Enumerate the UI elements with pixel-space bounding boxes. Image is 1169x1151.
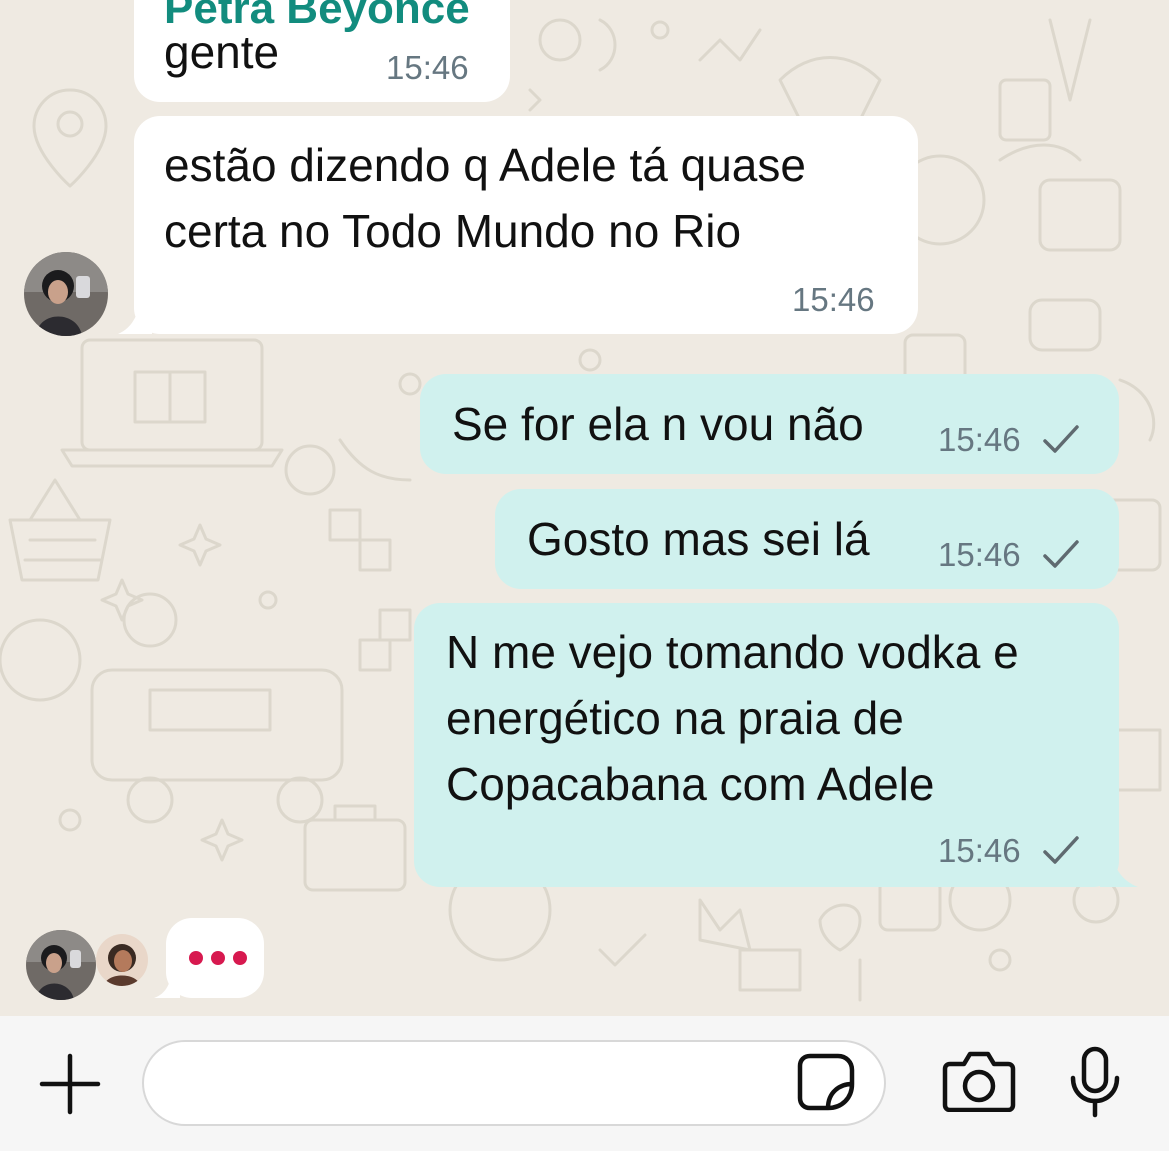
message-bubble-outgoing[interactable]: Se for ela n vou não 15:46 bbox=[420, 374, 1119, 474]
typing-avatar-1[interactable] bbox=[24, 928, 98, 1002]
typing-indicator-bubble bbox=[166, 918, 264, 998]
message-time: 15:46 bbox=[792, 281, 875, 318]
message-time: 15:46 bbox=[938, 832, 1021, 869]
typing-dot bbox=[189, 951, 203, 965]
avatar-photo-icon bbox=[96, 934, 148, 986]
typing-avatar-2[interactable] bbox=[96, 934, 148, 986]
message-text: N me vejo tomando vodka e energético na … bbox=[446, 626, 1019, 810]
message-bubble-incoming[interactable]: estão dizendo q Adele tá quase certa no … bbox=[134, 116, 918, 334]
typing-dot bbox=[211, 951, 225, 965]
bubble-tail-incoming bbox=[154, 966, 180, 998]
message-text: estão dizendo q Adele tá quase certa no … bbox=[164, 139, 806, 257]
message-time: 15:46 bbox=[938, 536, 1021, 573]
message-text: Gosto mas sei lá bbox=[527, 513, 870, 565]
single-check-icon bbox=[1043, 425, 1079, 453]
message-text: gente bbox=[164, 26, 280, 78]
bubble-tail-outgoing bbox=[1100, 847, 1138, 887]
message-input[interactable] bbox=[142, 1040, 886, 1126]
avatar[interactable] bbox=[24, 252, 108, 336]
chat-area[interactable]: Petra Beyoncé gente 15:46 estão dizendo … bbox=[0, 0, 1169, 1016]
single-check-icon bbox=[1043, 540, 1079, 568]
bubble-tail-incoming bbox=[118, 294, 152, 334]
message-bubble-outgoing[interactable]: Gosto mas sei lá 15:46 bbox=[495, 489, 1119, 589]
avatar-photo-icon bbox=[24, 252, 108, 336]
sticker-icon[interactable] bbox=[796, 1052, 856, 1112]
single-check-icon bbox=[1043, 836, 1079, 864]
plus-icon[interactable] bbox=[38, 1052, 102, 1116]
message-bubble-incoming[interactable]: Petra Beyoncé gente 15:46 bbox=[134, 0, 510, 102]
message-text: Se for ela n vou não bbox=[452, 398, 864, 450]
typing-dot bbox=[233, 951, 247, 965]
message-time: 15:46 bbox=[386, 49, 469, 86]
avatar-photo-icon bbox=[26, 930, 96, 1000]
message-time: 15:46 bbox=[938, 421, 1021, 458]
message-bubble-outgoing[interactable]: N me vejo tomando vodka e energético na … bbox=[414, 603, 1119, 887]
camera-icon[interactable] bbox=[942, 1050, 1016, 1112]
microphone-icon[interactable] bbox=[1068, 1046, 1122, 1118]
